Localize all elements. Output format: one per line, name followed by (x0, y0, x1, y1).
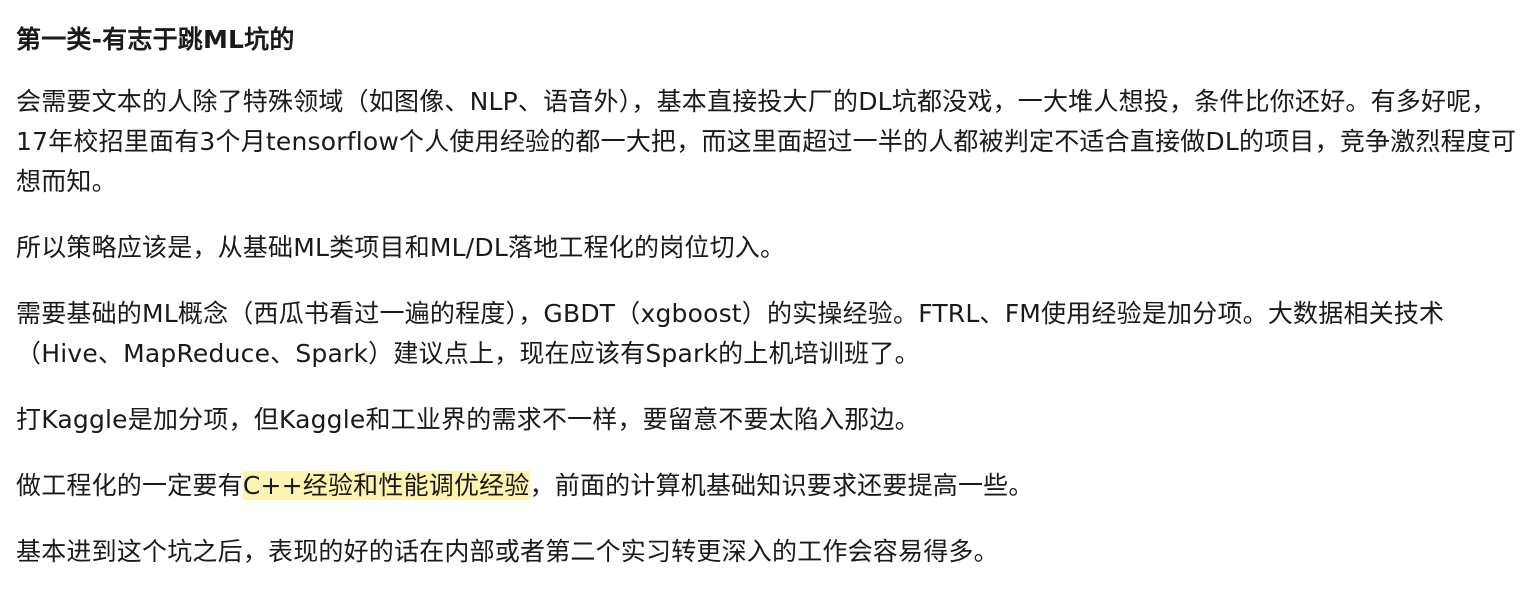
section-heading: 第一类-有志于跳ML坑的 (16, 25, 295, 54)
document-body: 第一类-有志于跳ML坑的 会需要文本的人除了特殊领域（如图像、NLP、语音外），… (0, 0, 1540, 608)
paragraph-intro: 会需要文本的人除了特殊领域（如图像、NLP、语音外），基本直接投大厂的DL坑都没… (16, 87, 1517, 196)
paragraph-closing: 基本进到这个坑之后，表现的好的话在内部或者第二个实习转更深入的工作会容易得多。 (16, 537, 999, 566)
engineering-text-before: 做工程化的一定要有 (16, 471, 243, 500)
paragraph-strategy: 所以策略应该是，从基础ML类项目和ML/DL落地工程化的岗位切入。 (16, 233, 786, 262)
paragraph-kaggle: 打Kaggle是加分项，但Kaggle和工业界的需求不一样，要留意不要太陷入那边… (16, 405, 920, 434)
paragraph-ml-basics: 需要基础的ML概念（西瓜书看过一遍的程度），GBDT（xgboost）的实操经验… (16, 299, 1445, 368)
engineering-text-after: ，前面的计算机基础知识要求还要提高一些。 (529, 471, 1034, 500)
paragraph-engineering: 做工程化的一定要有C++经验和性能调优经验，前面的计算机基础知识要求还要提高一些… (16, 466, 1522, 506)
highlighted-text: C++经验和性能调优经验 (242, 471, 530, 500)
